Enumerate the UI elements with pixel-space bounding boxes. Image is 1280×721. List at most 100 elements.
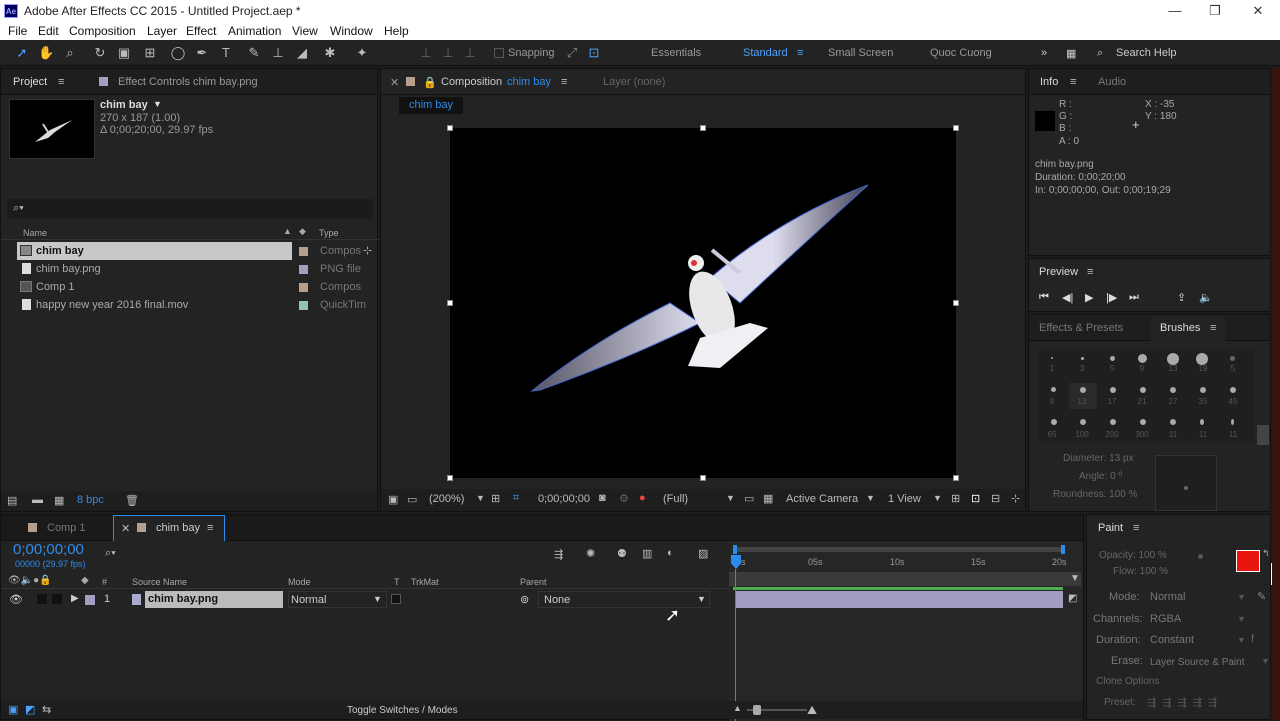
paint-flow[interactable]: Flow: 100 %	[1113, 566, 1168, 577]
menu-view[interactable]: View	[292, 24, 318, 38]
tab-effects-presets[interactable]: Effects & Presets	[1039, 322, 1123, 334]
close-button[interactable]: ✕	[1243, 2, 1273, 20]
col-trkmat[interactable]: TrkMat	[411, 577, 439, 587]
menu-animation[interactable]: Animation	[228, 24, 281, 38]
in-out-icon[interactable]: ⇆	[42, 703, 51, 716]
transform-handle[interactable]	[447, 300, 453, 306]
show-snapshot-icon[interactable]: ⚙	[619, 492, 629, 505]
brush-diameter[interactable]: Diameter: 13 px	[1063, 453, 1134, 464]
timeline-menu-icon[interactable]: ≡	[207, 522, 213, 534]
brush-roundness[interactable]: Roundness: 100 %	[1053, 489, 1138, 500]
lock-toggle[interactable]	[52, 594, 62, 604]
project-row[interactable]: chim bay Compos ⊹	[1, 242, 377, 260]
transform-handle[interactable]	[700, 125, 706, 131]
comp-marker-icon[interactable]: ▼	[1070, 573, 1080, 584]
puppet-tool-icon[interactable]: ✦	[354, 45, 370, 61]
project-menu-icon[interactable]: ≡	[58, 76, 64, 88]
tab-project[interactable]: Project	[13, 76, 47, 88]
region-of-interest-icon[interactable]: ▭	[744, 492, 754, 505]
tab-effect-controls[interactable]: Effect Controls chim bay.png	[118, 76, 258, 88]
chevron-down-icon[interactable]: ▼	[726, 493, 735, 503]
work-area-bar[interactable]	[733, 545, 1065, 554]
mask-visibility-icon[interactable]: ⌗	[513, 492, 519, 505]
rotate-tool-icon[interactable]: ↻	[92, 45, 108, 61]
snapshot-icon[interactable]: ◙	[599, 492, 606, 504]
timeline-search-icon[interactable]: ⌕▾	[105, 547, 116, 560]
audio-icon[interactable]: 🔈	[1199, 291, 1213, 304]
col-name[interactable]: Name	[23, 228, 47, 238]
camera-dropdown[interactable]: Active Camera	[786, 493, 858, 505]
toggle-pixel-icon[interactable]: ⊞	[951, 492, 960, 505]
row-label[interactable]	[299, 265, 308, 274]
project-row[interactable]: chim bay.png PNG file	[1, 260, 377, 278]
loop-icon[interactable]: ⇪	[1177, 291, 1186, 304]
resolution-dropdown[interactable]: (Full)	[663, 493, 688, 505]
comp-mini-flowchart-icon[interactable]: ⇶	[554, 548, 563, 561]
col-parent[interactable]: Parent	[520, 577, 547, 587]
project-row[interactable]: Comp 1 Compos	[1, 278, 377, 296]
layer-name-field[interactable]: chim bay.png	[145, 591, 283, 608]
camera-tool-icon[interactable]: ▣	[116, 45, 132, 61]
clone-stamp-tool-icon[interactable]: ⊥	[270, 45, 286, 61]
first-frame-icon[interactable]: ⏮	[1039, 291, 1049, 304]
clone-options[interactable]: Clone Options	[1096, 676, 1159, 687]
preview-menu-icon[interactable]: ≡	[1087, 266, 1093, 278]
col-type[interactable]: Type	[319, 228, 339, 238]
zoom-tool-icon[interactable]: ⌕	[62, 45, 78, 61]
project-search-input[interactable]: ⌕▾	[7, 199, 373, 219]
visibility-icon[interactable]: 👁	[9, 593, 23, 606]
tab-preview[interactable]: Preview	[1039, 266, 1078, 278]
chevron-down-icon[interactable]: ▼	[1237, 592, 1246, 602]
brush-angle[interactable]: Angle: 0 º	[1079, 471, 1122, 482]
chevron-down-icon[interactable]: ▼	[933, 493, 942, 503]
col-t[interactable]: T	[394, 577, 400, 587]
shy-icon[interactable]: ⚉	[617, 547, 627, 560]
menu-edit[interactable]: Edit	[38, 24, 59, 38]
title-safe-icon[interactable]: ⊞	[491, 492, 500, 505]
more-workspaces-icon[interactable]: »	[1041, 47, 1047, 59]
tab-comp-name[interactable]: chim bay	[507, 76, 551, 88]
fast-preview-icon[interactable]: ⊡	[971, 492, 980, 505]
bpc-button[interactable]: 8 bpc	[77, 494, 104, 506]
chevron-down-icon[interactable]: ▼	[476, 493, 485, 503]
prev-frame-icon[interactable]: ◀|	[1062, 291, 1073, 304]
transparency-grid-icon[interactable]: ▦	[763, 492, 773, 505]
chevron-down-icon[interactable]: ▼	[1237, 614, 1246, 624]
minimize-button[interactable]: —	[1160, 2, 1190, 20]
expand-arrow-icon[interactable]: ▶	[71, 593, 79, 604]
pen-tool-icon[interactable]: ✒	[194, 45, 210, 61]
transform-handle[interactable]	[700, 475, 706, 481]
interpret-footage-icon[interactable]: ▤	[7, 494, 17, 507]
swap-colors-icon[interactable]: ↰	[1262, 548, 1270, 559]
blend-mode-dropdown[interactable]: Normal ▼	[288, 591, 387, 608]
tab-composition[interactable]: Composition	[441, 76, 502, 88]
time-graph[interactable]	[729, 541, 1083, 721]
label-col-icon[interactable]: ◆	[299, 226, 306, 237]
axis-icon[interactable]: ⊥	[462, 45, 478, 61]
transform-handle[interactable]	[953, 125, 959, 131]
menu-file[interactable]: File	[8, 24, 27, 38]
zoom-slider[interactable]	[747, 705, 807, 715]
maximize-button[interactable]: ❐	[1200, 2, 1230, 20]
workspace-essentials[interactable]: Essentials	[651, 47, 701, 59]
play-icon[interactable]: ▶	[1085, 291, 1093, 304]
playhead-line[interactable]	[735, 569, 736, 721]
ellipse-tool-icon[interactable]: ◯	[170, 45, 186, 61]
zoom-dropdown[interactable]: (200%)	[429, 493, 464, 505]
hand-tool-icon[interactable]: ✋	[38, 45, 54, 61]
col-source-name[interactable]: Source Name	[132, 577, 187, 587]
workspace-standard[interactable]: Standard	[743, 47, 788, 59]
pickwhip-icon[interactable]: ⊚	[520, 593, 529, 606]
paint-opacity[interactable]: Opacity: 100 %	[1099, 550, 1167, 561]
transfer-controls-icon[interactable]: ◩	[25, 703, 35, 716]
graph-editor-icon[interactable]: ▨	[698, 547, 708, 560]
type-tool-icon[interactable]: T	[218, 45, 234, 61]
brushes-menu-icon[interactable]: ≡	[1210, 322, 1216, 334]
solo-toggle[interactable]	[37, 594, 47, 604]
comp-viewer[interactable]	[450, 128, 956, 478]
menu-window[interactable]: Window	[330, 24, 373, 38]
eraser-tool-icon[interactable]: ◢	[294, 45, 310, 61]
paint-mode-dropdown[interactable]: Normal	[1150, 591, 1185, 603]
new-folder-icon[interactable]: ▬	[32, 494, 43, 506]
tab-layer[interactable]: Layer (none)	[603, 76, 665, 88]
